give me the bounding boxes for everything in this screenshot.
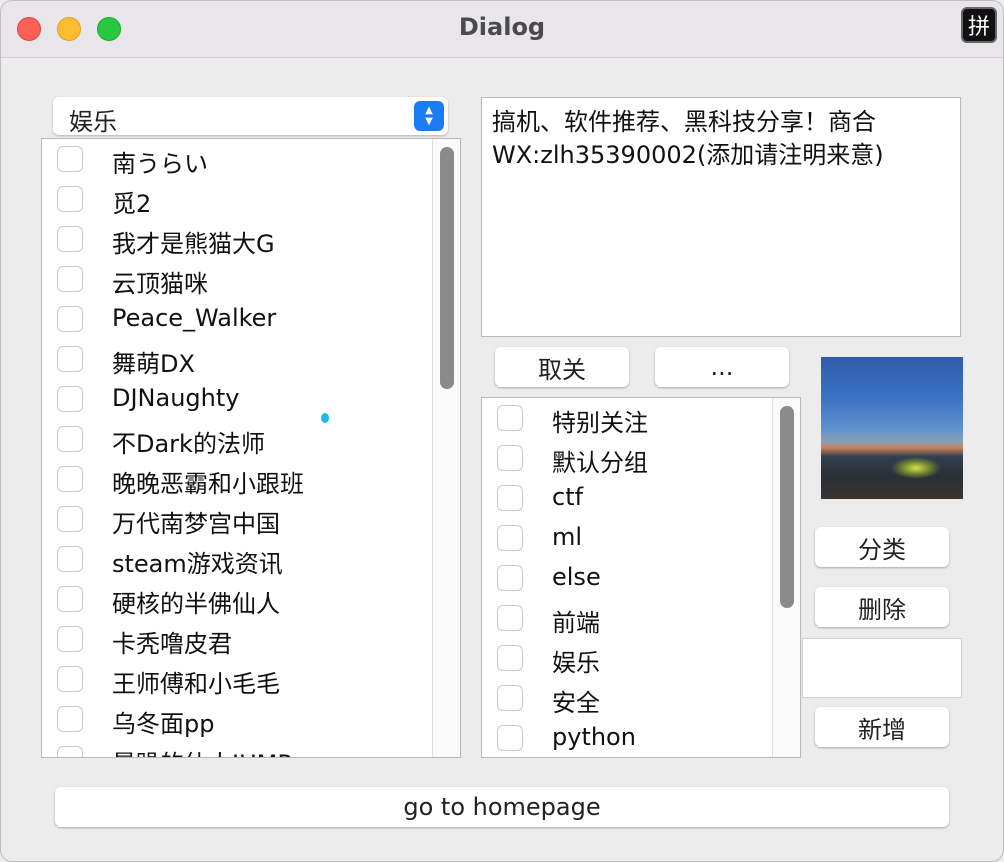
add-button[interactable]: 新增 bbox=[815, 707, 949, 747]
new-group-input[interactable] bbox=[802, 638, 962, 698]
checkbox[interactable] bbox=[497, 565, 523, 591]
checkbox[interactable] bbox=[497, 485, 523, 511]
chevron-updown-icon[interactable]: ▲ ▼ bbox=[414, 101, 444, 131]
user-list-item-label: 暴躁的仙人JUMP bbox=[112, 744, 292, 757]
mouse-cursor-marker bbox=[321, 413, 329, 423]
group-list-scrollbar[interactable] bbox=[772, 398, 800, 757]
group-list-item[interactable]: 默认分组 bbox=[482, 438, 800, 478]
user-list-item[interactable]: 万代南梦宫中国 bbox=[42, 499, 460, 539]
group-list-item[interactable]: 前端 bbox=[482, 598, 800, 638]
user-list-item[interactable]: 觅2 bbox=[42, 179, 460, 219]
user-list-item[interactable]: 晚晚恶霸和小跟班 bbox=[42, 459, 460, 499]
category-select-value: 娱乐 bbox=[69, 108, 117, 136]
go-to-homepage-button[interactable]: go to homepage bbox=[55, 787, 949, 827]
user-list-item[interactable]: steam游戏资讯 bbox=[42, 539, 460, 579]
avatar-image bbox=[821, 357, 963, 499]
checkbox[interactable] bbox=[497, 725, 523, 751]
user-list-item[interactable]: 不Dark的法师 bbox=[42, 419, 460, 459]
user-list-item-label: DJNaughty bbox=[112, 384, 240, 412]
group-list-item[interactable]: ml bbox=[482, 518, 800, 558]
user-list-item-label: 卡秃噜皮君 bbox=[112, 630, 232, 658]
group-list-item[interactable]: 娱乐 bbox=[482, 638, 800, 678]
user-list-item-label: steam游戏资讯 bbox=[112, 550, 283, 578]
checkbox[interactable] bbox=[57, 746, 83, 757]
group-list-item[interactable]: 特别关注 bbox=[482, 398, 800, 438]
user-list-item-label: 舞萌DX bbox=[112, 350, 195, 378]
group-list-item-label: 默认分组 bbox=[552, 449, 648, 477]
group-list-item-label: 娱乐 bbox=[552, 649, 600, 677]
user-list-item[interactable]: 我才是熊猫大G bbox=[42, 219, 460, 259]
group-list-item[interactable]: else bbox=[482, 558, 800, 598]
checkbox[interactable] bbox=[57, 426, 83, 452]
unfollow-button[interactable]: 取关 bbox=[495, 347, 629, 387]
more-button[interactable]: ... bbox=[655, 347, 789, 387]
user-list[interactable]: 暴躁的仙人JUMP 乌冬面pp 王师傅和小毛毛卡秃噜皮君 硬核的半佛仙人 steam游戏… bbox=[41, 138, 461, 758]
dialog-window: Dialog 拼 娱乐 ▲▼ 暴躁的仙人JUMP 乌冬面pp 王师傅和小毛毛卡秃噜皮… bbox=[0, 0, 1004, 862]
photo-glow bbox=[891, 457, 941, 479]
delete-button[interactable]: 删除 bbox=[815, 587, 949, 627]
user-list-item-label: Peace_Walker bbox=[112, 304, 277, 332]
group-list-item-label: ml bbox=[552, 523, 583, 551]
group-list-item-label: else bbox=[552, 563, 601, 591]
checkbox[interactable] bbox=[57, 146, 83, 172]
user-list-item-label: 乌冬面pp bbox=[112, 710, 215, 738]
user-list-item-label: 硬核的半佛仙人 bbox=[112, 590, 280, 618]
group-list[interactable]: python 安全 娱乐 前端 else ml ctf 默认分组 特别关注 bbox=[481, 397, 801, 758]
checkbox[interactable] bbox=[497, 525, 523, 551]
checkbox[interactable] bbox=[57, 546, 83, 572]
user-list-scroll-thumb[interactable] bbox=[440, 147, 454, 389]
window-title: Dialog bbox=[458, 13, 546, 41]
group-list-item-label: 前端 bbox=[552, 609, 600, 637]
checkbox[interactable] bbox=[57, 626, 83, 652]
user-list-item[interactable]: 王师傅和小毛毛 bbox=[42, 659, 460, 699]
user-list-scrollbar[interactable] bbox=[432, 139, 460, 757]
user-list-item[interactable]: 南うらい bbox=[42, 139, 460, 179]
user-list-item-label: 我才是熊猫大G bbox=[112, 230, 275, 258]
checkbox[interactable] bbox=[57, 666, 83, 692]
category-select[interactable]: 娱乐 ▲ ▼ bbox=[53, 97, 448, 136]
title-bar: Dialog 拼 bbox=[1, 1, 1003, 58]
checkbox[interactable] bbox=[57, 186, 83, 212]
checkbox[interactable] bbox=[57, 346, 83, 372]
user-list-item[interactable]: 卡秃噜皮君 bbox=[42, 619, 460, 659]
group-list-scroll-thumb[interactable] bbox=[780, 406, 794, 608]
checkbox[interactable] bbox=[497, 445, 523, 471]
group-list-item-label: 特别关注 bbox=[552, 409, 648, 437]
checkbox[interactable] bbox=[57, 386, 83, 412]
checkbox[interactable] bbox=[57, 306, 83, 332]
group-list-item-label: python bbox=[552, 723, 636, 751]
user-list-item-label: 觅2 bbox=[112, 190, 152, 218]
user-list-item[interactable]: 云顶猫咪 bbox=[42, 259, 460, 299]
user-list-item[interactable]: 乌冬面pp bbox=[42, 699, 460, 739]
checkbox[interactable] bbox=[497, 405, 523, 431]
checkbox[interactable] bbox=[497, 645, 523, 671]
user-list-item[interactable]: 硬核的半佛仙人 bbox=[42, 579, 460, 619]
user-list-item[interactable]: 舞萌DX bbox=[42, 339, 460, 379]
user-list-item[interactable]: 暴躁的仙人JUMP bbox=[42, 739, 460, 757]
checkbox[interactable] bbox=[57, 506, 83, 532]
user-list-item-label: 不Dark的法师 bbox=[112, 430, 265, 458]
user-list-item-label: 王师傅和小毛毛 bbox=[112, 670, 280, 698]
group-list-item-label: ctf bbox=[552, 483, 584, 511]
user-list-item-label: 晚晚恶霸和小跟班 bbox=[112, 470, 304, 498]
input-method-indicator[interactable]: 拼 bbox=[961, 7, 997, 43]
group-list-item[interactable]: 安全 bbox=[482, 678, 800, 718]
group-list-item[interactable]: ctf bbox=[482, 478, 800, 518]
checkbox[interactable] bbox=[57, 466, 83, 492]
user-list-item[interactable]: DJNaughty bbox=[42, 379, 460, 419]
user-list-item-label: 南うらい bbox=[112, 150, 208, 178]
checkbox[interactable] bbox=[57, 266, 83, 292]
user-list-item[interactable]: Peace_Walker bbox=[42, 299, 460, 339]
user-list-item-label: 云顶猫咪 bbox=[112, 270, 208, 298]
checkbox[interactable] bbox=[497, 685, 523, 711]
user-list-item-label: 万代南梦宫中国 bbox=[112, 510, 280, 538]
checkbox[interactable] bbox=[57, 586, 83, 612]
classify-button[interactable]: 分类 bbox=[815, 527, 949, 567]
group-list-item[interactable]: python bbox=[482, 718, 800, 757]
description-text[interactable]: 搞机、软件推荐、黑科技分享！商合 WX:zlh35390002(添加请注明来意) bbox=[481, 97, 961, 337]
group-list-item-label: 安全 bbox=[552, 689, 600, 717]
checkbox[interactable] bbox=[497, 605, 523, 631]
checkbox[interactable] bbox=[57, 226, 83, 252]
checkbox[interactable] bbox=[57, 706, 83, 732]
